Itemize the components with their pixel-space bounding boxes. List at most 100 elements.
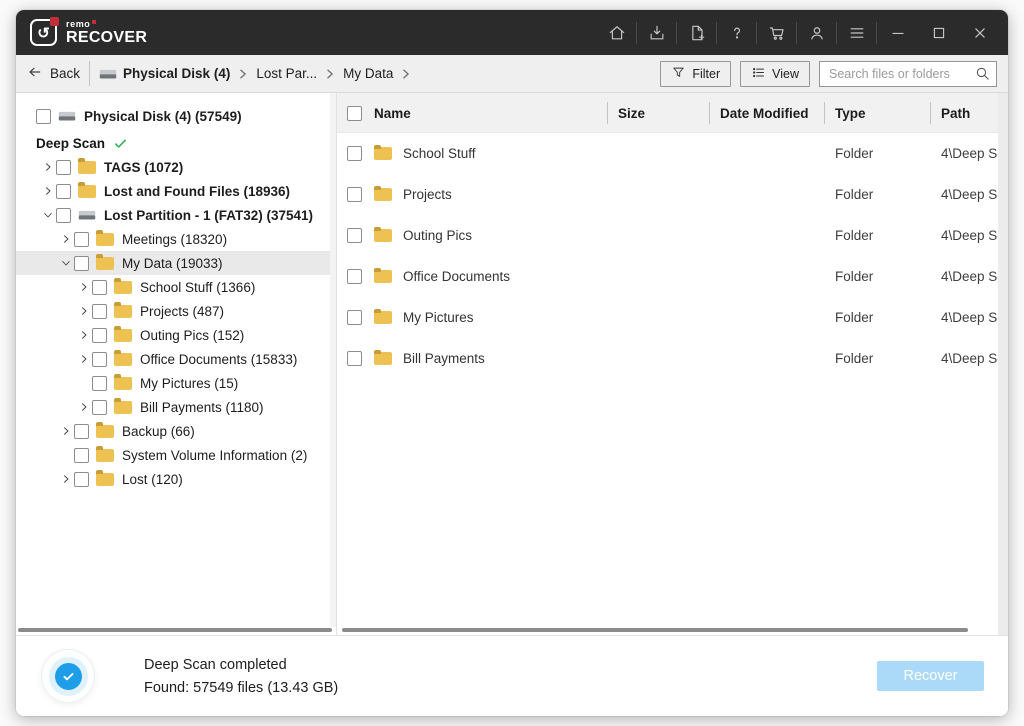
chevron-right-icon[interactable] [58, 425, 74, 437]
tree-item[interactable]: Bill Payments (1180) [16, 395, 336, 419]
checkbox[interactable] [347, 269, 362, 284]
chevron-right-icon[interactable] [40, 161, 56, 173]
checkbox[interactable] [74, 424, 89, 439]
file-name-cell: Projects [337, 187, 607, 202]
checkbox[interactable] [92, 376, 107, 391]
column-header-date-modified[interactable]: Date Modified [709, 102, 824, 124]
checkbox[interactable] [74, 448, 89, 463]
folder-icon [374, 352, 392, 365]
recover-button[interactable]: Recover [877, 661, 984, 691]
remo-logo-icon: ↺ [30, 19, 57, 46]
tree-item[interactable]: Lost and Found Files (18936) [16, 179, 336, 203]
column-header-size[interactable]: Size [607, 102, 709, 124]
table-horizontal-scrollbar[interactable] [342, 628, 968, 632]
tree-horizontal-scrollbar[interactable] [18, 628, 332, 632]
table-row[interactable]: Office DocumentsFolder4\Deep Scan\ [337, 256, 1008, 297]
checkbox[interactable] [56, 208, 71, 223]
checkbox[interactable] [347, 187, 362, 202]
tree-item[interactable]: My Pictures (15) [16, 371, 336, 395]
filter-icon [671, 65, 686, 83]
file-name: Outing Pics [403, 228, 472, 243]
close-icon[interactable] [959, 19, 1000, 47]
tree-item[interactable]: Outing Pics (152) [16, 323, 336, 347]
home-icon[interactable] [597, 19, 636, 47]
chevron-down-icon[interactable] [58, 257, 74, 269]
chevron-right-icon[interactable] [76, 305, 92, 317]
tree-item[interactable]: Lost Partition - 1 (FAT32) (37541) [16, 203, 336, 227]
table-row[interactable]: ProjectsFolder4\Deep Scan\ [337, 174, 1008, 215]
chevron-right-icon[interactable] [58, 233, 74, 245]
breadcrumb-item[interactable]: Physical Disk (4) [99, 66, 230, 81]
file-name: Office Documents [403, 269, 510, 284]
search-input[interactable] [829, 67, 974, 81]
table-row[interactable]: School StuffFolder4\Deep Scan\ [337, 133, 1008, 174]
checkbox[interactable] [347, 310, 362, 325]
back-button[interactable]: Back [27, 64, 80, 83]
column-header-name[interactable]: Name [337, 93, 607, 133]
chevron-down-icon[interactable] [40, 209, 56, 221]
cell-path: 4\Deep Scan\ [930, 228, 1008, 243]
column-header-type[interactable]: Type [824, 102, 930, 124]
checkbox[interactable] [74, 472, 89, 487]
save-session-icon[interactable] [637, 19, 676, 47]
column-label: Path [941, 106, 970, 121]
tree-item-physical-disk[interactable]: Physical Disk (4) (57549) [16, 104, 336, 128]
checkbox[interactable] [92, 280, 107, 295]
tree-item[interactable]: My Data (19033) [16, 251, 336, 275]
checkbox[interactable] [347, 228, 362, 243]
checkbox[interactable] [92, 352, 107, 367]
tree-item[interactable]: System Volume Information (2) [16, 443, 336, 467]
chevron-right-icon[interactable] [76, 329, 92, 341]
disk-icon [58, 109, 76, 123]
cell-path: 4\Deep Scan\ [930, 146, 1008, 161]
search-icon[interactable] [974, 65, 991, 82]
chevron-right-icon[interactable] [76, 281, 92, 293]
folder-icon [374, 188, 392, 201]
cart-icon[interactable] [757, 19, 796, 47]
chevron-right-icon[interactable] [76, 353, 92, 365]
filter-label: Filter [692, 67, 720, 81]
chevron-right-icon[interactable] [58, 473, 74, 485]
table-row[interactable]: Outing PicsFolder4\Deep Scan\ [337, 215, 1008, 256]
checkbox[interactable] [347, 351, 362, 366]
tree-vertical-scrollbar[interactable] [330, 93, 336, 627]
checkbox[interactable] [92, 328, 107, 343]
checkbox[interactable] [36, 109, 51, 124]
tree-item[interactable]: Lost (120) [16, 467, 336, 491]
help-icon[interactable] [717, 19, 756, 47]
toolbar-divider [89, 61, 90, 86]
column-header-path[interactable]: Path [930, 102, 1008, 124]
select-all-checkbox[interactable] [347, 106, 362, 121]
chevron-right-icon[interactable] [76, 401, 92, 413]
checkbox[interactable] [56, 160, 71, 175]
chevron-right-icon [238, 68, 248, 80]
checkbox[interactable] [56, 184, 71, 199]
tree-item[interactable]: Meetings (18320) [16, 227, 336, 251]
checkbox[interactable] [74, 256, 89, 271]
maximize-icon[interactable] [918, 19, 959, 47]
checkbox[interactable] [347, 146, 362, 161]
main-area: Physical Disk (4) (57549) Deep Scan TAGS… [16, 93, 1008, 635]
table-vertical-scrollbar[interactable] [998, 93, 1008, 635]
tree-item[interactable]: Backup (66) [16, 419, 336, 443]
minimize-icon[interactable] [877, 19, 918, 47]
open-scan-icon[interactable] [677, 19, 716, 47]
checkbox[interactable] [92, 304, 107, 319]
table-row[interactable]: Bill PaymentsFolder4\Deep Scan\ [337, 338, 1008, 379]
view-button[interactable]: View [740, 61, 810, 87]
checkbox[interactable] [92, 400, 107, 415]
account-icon[interactable] [797, 19, 836, 47]
tree-item[interactable]: TAGS (1072) [16, 155, 336, 179]
table-row[interactable]: My PicturesFolder4\Deep Scan\ [337, 297, 1008, 338]
checkbox[interactable] [74, 232, 89, 247]
menu-icon[interactable] [837, 19, 876, 47]
tree-item[interactable]: Projects (487) [16, 299, 336, 323]
breadcrumb-item[interactable]: Lost Par... [256, 66, 317, 81]
chevron-right-icon[interactable] [40, 185, 56, 197]
tree-item[interactable]: Office Documents (15833) [16, 347, 336, 371]
breadcrumb-item[interactable]: My Data [343, 66, 393, 81]
filter-button[interactable]: Filter [660, 61, 731, 87]
brand-red-dot [92, 20, 96, 24]
file-table-panel: NameSizeDate ModifiedType Path School Stu… [337, 93, 1008, 635]
tree-item[interactable]: School Stuff (1366) [16, 275, 336, 299]
